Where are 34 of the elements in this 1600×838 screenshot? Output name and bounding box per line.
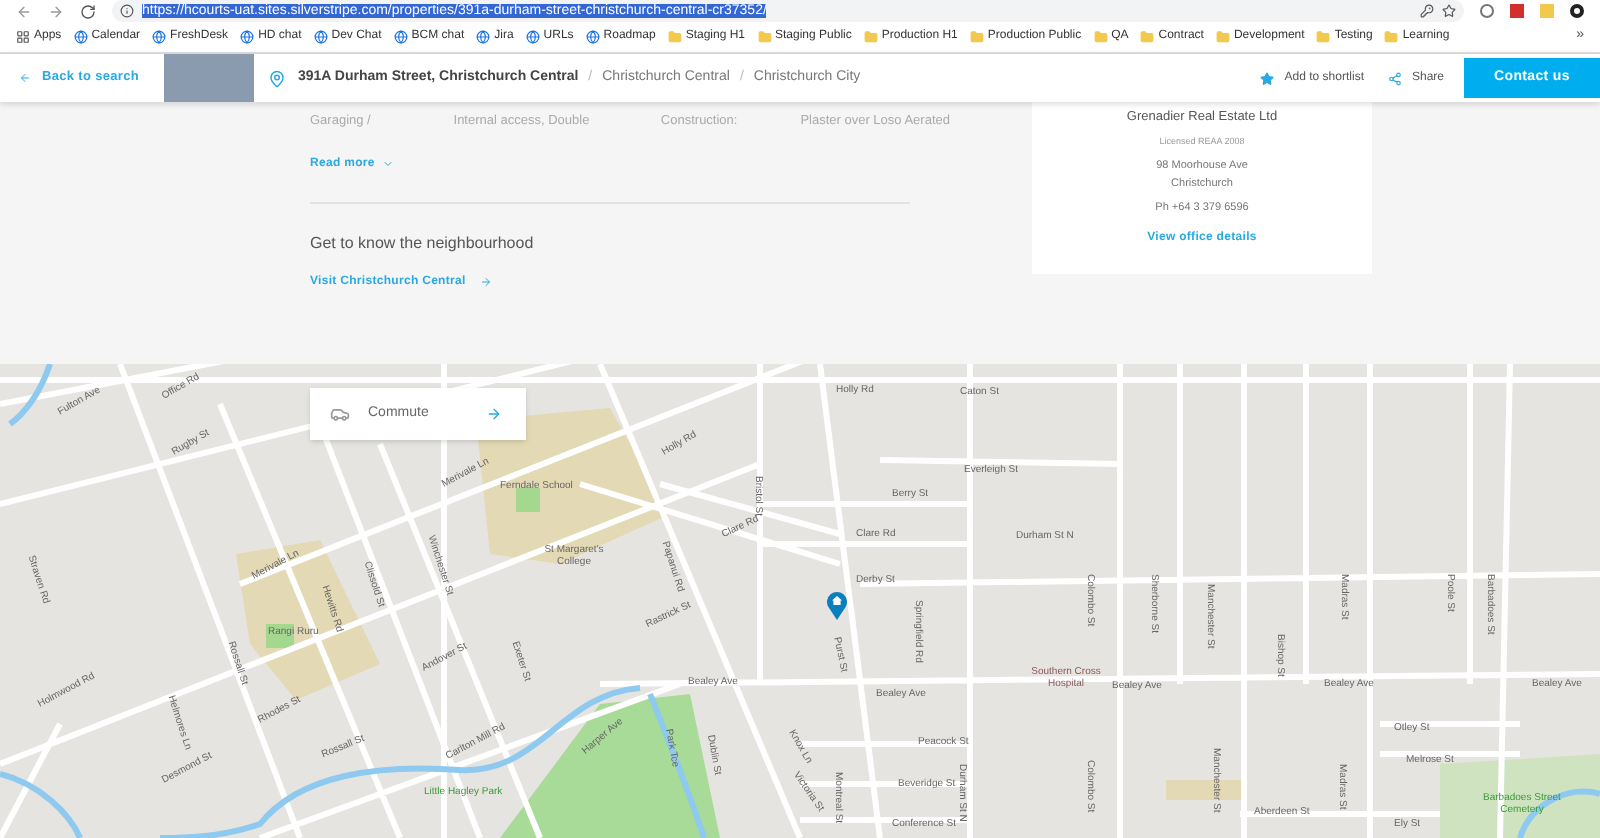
car-icon <box>328 404 352 424</box>
arrow-left-icon <box>16 72 34 84</box>
info-icon <box>120 4 134 18</box>
key-icon[interactable] <box>1420 4 1434 18</box>
back-icon[interactable] <box>16 3 32 19</box>
folder-icon <box>1215 30 1230 44</box>
globe-icon <box>152 30 167 44</box>
reload-icon[interactable] <box>80 3 96 19</box>
star-icon[interactable] <box>1442 4 1456 18</box>
folder-icon <box>757 30 771 44</box>
globe-icon <box>585 30 600 44</box>
globe-icon <box>476 30 491 44</box>
chevron-down-icon <box>382 158 395 171</box>
property-marker-icon[interactable] <box>826 590 848 620</box>
globe-icon <box>393 30 408 44</box>
forward-icon[interactable] <box>48 3 64 19</box>
folder-icon <box>1140 30 1155 44</box>
neighbourhood-heading: Get to know the neighbourhood <box>310 231 536 256</box>
folder-icon <box>863 30 878 44</box>
folder-icon <box>1316 30 1331 44</box>
folder-icon <box>1093 30 1108 44</box>
apps-grid-icon <box>16 30 30 44</box>
folder-icon <box>969 30 984 44</box>
photo-placeholder <box>164 54 254 102</box>
globe-icon <box>240 30 255 44</box>
location-pin-icon <box>268 69 286 87</box>
extension-icon[interactable] <box>1570 4 1584 18</box>
globe-icon <box>73 30 88 44</box>
folder-icon <box>1384 30 1399 44</box>
share-icon <box>1387 71 1402 85</box>
globe-icon <box>313 30 328 44</box>
star-icon <box>1260 71 1275 85</box>
folder-icon <box>667 30 682 44</box>
globe-icon <box>525 30 540 44</box>
